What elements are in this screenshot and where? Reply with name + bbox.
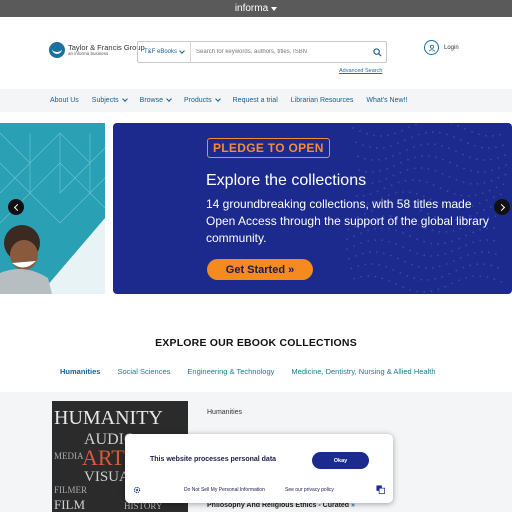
informa-bar[interactable]: informa (0, 0, 512, 17)
main-nav: About Us Subjects Browse Products Reques… (0, 89, 512, 112)
book-cover-word: FILM (54, 497, 86, 512)
translate-icon[interactable] (376, 485, 385, 494)
hero-title: Explore the collections (206, 172, 367, 189)
nav-label: Librarian Resources (290, 97, 354, 104)
logo-line-1: Taylor & Francis Group (68, 42, 145, 52)
chevron-down-icon (166, 96, 172, 102)
search-scope-label: T&F eBooks (144, 49, 178, 55)
chevron-right-icon (497, 203, 505, 211)
chevron-down-icon (121, 96, 128, 102)
chevron-down-icon (179, 47, 185, 54)
tab-social-sciences[interactable]: Social Sciences (117, 367, 170, 380)
collections-tabs: Humanities Social Sciences Engineering &… (60, 367, 453, 380)
logo-text: Taylor & Francis Group an informa busine… (68, 42, 145, 57)
cookie-message: This website processes personal data (150, 456, 277, 463)
hero-body: 14 groundbreaking collections, with 58 t… (206, 197, 489, 245)
panel-category-label: Humanities (207, 409, 243, 416)
tab-medicine[interactable]: Medicine, Dentistry, Nursing & Allied He… (291, 367, 435, 380)
nav-browse[interactable]: Browse (139, 96, 172, 104)
nav-label: Products (184, 97, 212, 104)
login-label: Login (444, 44, 459, 51)
book-cover-word: HUMANITY (54, 407, 163, 429)
do-not-sell-link[interactable]: Do Not Sell My Personal Information (184, 487, 265, 493)
logo-line-2: an informa business (68, 51, 109, 56)
caret-down-icon (271, 7, 278, 11)
logo-mark-icon (49, 42, 65, 58)
site-header: Taylor & Francis Group an informa busine… (0, 17, 512, 89)
double-chevron-right-icon: » (351, 502, 355, 509)
nav-label: About Us (50, 97, 79, 104)
pledge-badge: PLEDGE TO OPEN (207, 138, 330, 158)
nav-subjects[interactable]: Subjects (91, 96, 128, 104)
cookie-consent-banner: This website processes personal data Oka… (125, 434, 393, 503)
nav-about-us[interactable]: About Us (50, 97, 79, 104)
nav-products[interactable]: Products (184, 96, 221, 104)
collection-item-title: Philosophy And Religious Ethics - Curate… (207, 502, 350, 509)
advanced-search-link[interactable]: Advanced Search (339, 68, 382, 74)
nav-request-trial[interactable]: Request a trial (233, 97, 278, 104)
okay-button[interactable]: Okay (312, 452, 369, 469)
privacy-policy-link[interactable]: See our privacy policy (285, 487, 334, 493)
informa-brand: informa (234, 3, 269, 14)
search-input[interactable] (191, 42, 368, 62)
chevron-left-icon (13, 203, 21, 211)
taylor-francis-logo[interactable]: Taylor & Francis Group an informa busine… (49, 42, 145, 58)
hero-banner[interactable]: PLEDGE TO OPEN Explore the collections 1… (113, 123, 512, 294)
nav-whats-new[interactable]: What's New!! (366, 97, 407, 104)
book-cover-word: FILMER (54, 485, 88, 495)
search-scope-dropdown[interactable]: T&F eBooks (138, 42, 192, 62)
nav-label: Request a trial (232, 97, 278, 104)
search-bar: T&F eBooks (137, 41, 387, 63)
nav-label: Subjects (91, 97, 119, 104)
login-button[interactable]: Login (424, 40, 459, 55)
tab-engineering-technology[interactable]: Engineering & Technology (187, 367, 274, 380)
book-cover-word: MEDIA (54, 451, 84, 461)
get-started-button[interactable]: Get Started » (207, 259, 313, 280)
nav-librarian-resources[interactable]: Librarian Resources (291, 97, 354, 104)
search-icon[interactable] (368, 43, 386, 61)
tab-humanities[interactable]: Humanities (60, 367, 100, 380)
user-icon (424, 40, 439, 55)
nav-label: Browse (139, 97, 163, 104)
carousel-prev-button[interactable] (8, 199, 24, 215)
carousel-next-button[interactable] (494, 199, 510, 215)
nav-label: What's New!! (366, 97, 408, 104)
chevron-down-icon (214, 96, 221, 102)
collections-heading: EXPLORE OUR EBOOK COLLECTIONS (155, 337, 357, 349)
gear-icon[interactable] (133, 486, 141, 494)
book-cover-word: ART (82, 445, 125, 470)
collection-item-link[interactable]: Philosophy And Religious Ethics - Curate… (207, 502, 355, 509)
